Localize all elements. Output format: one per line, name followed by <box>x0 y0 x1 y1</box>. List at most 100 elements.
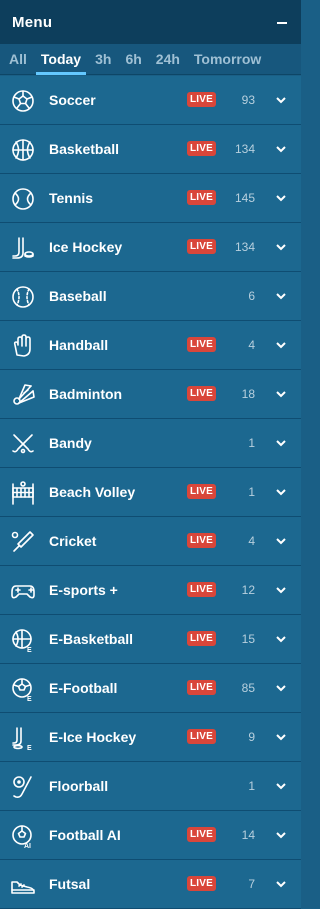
live-badge: LIVE <box>187 582 217 597</box>
futsal-shoe-icon <box>10 872 36 898</box>
event-count: 93 <box>241 93 255 107</box>
event-count: 1 <box>248 779 255 793</box>
sport-row-e-sports[interactable]: E-sports + LIVE 12 <box>0 566 301 615</box>
event-count: 1 <box>248 436 255 450</box>
sport-row-cricket[interactable]: Cricket LIVE 4 <box>0 517 301 566</box>
live-badge: LIVE <box>187 190 217 205</box>
sport-row-e-ice-hockey[interactable]: E E-Ice Hockey LIVE 9 <box>0 713 301 762</box>
sport-row-bandy[interactable]: Bandy 1 <box>0 419 301 468</box>
sport-name: E-sports + <box>49 582 118 598</box>
chevron-down-icon[interactable] <box>275 879 287 889</box>
bandy-sticks-icon <box>10 431 36 457</box>
svg-text:E: E <box>27 696 32 702</box>
sports-list: Soccer LIVE 93 Basketball LIVE 134 Tennis LIVE 1… <box>0 76 301 909</box>
chevron-down-icon[interactable] <box>275 781 287 791</box>
event-count: 1 <box>248 485 255 499</box>
chevron-down-icon[interactable] <box>275 193 287 203</box>
sport-name: Beach Volley <box>49 484 136 500</box>
chevron-down-icon[interactable] <box>275 291 287 301</box>
chevron-down-icon[interactable] <box>275 634 287 644</box>
sports-menu-panel: Menu All Today 3h 6h 24h Tomorrow Soccer LIVE 9… <box>0 0 301 909</box>
event-count: 85 <box>241 681 255 695</box>
tab-all[interactable]: All <box>2 51 34 74</box>
chevron-down-icon[interactable] <box>275 585 287 595</box>
live-badge: LIVE <box>187 729 217 744</box>
event-count: 6 <box>248 289 255 303</box>
sport-name: E-Basketball <box>49 631 134 647</box>
sport-name: E-Football <box>49 680 118 696</box>
sport-row-basketball[interactable]: Basketball LIVE 134 <box>0 125 301 174</box>
chevron-down-icon[interactable] <box>275 95 287 105</box>
gamepad-icon <box>10 578 36 604</box>
menu-header: Menu <box>0 0 301 44</box>
chevron-down-icon[interactable] <box>275 830 287 840</box>
sport-row-tennis[interactable]: Tennis LIVE 145 <box>0 174 301 223</box>
sport-row-handball[interactable]: Handball LIVE 4 <box>0 321 301 370</box>
svg-text:AI: AI <box>24 843 31 849</box>
event-count: 9 <box>248 730 255 744</box>
tab-6h[interactable]: 6h <box>118 51 148 74</box>
e-basketball-icon: E <box>10 627 36 653</box>
tab-today[interactable]: Today <box>34 51 88 75</box>
sport-name: Badminton <box>49 386 123 402</box>
sport-name: Ice Hockey <box>49 239 123 255</box>
live-badge: LIVE <box>187 876 217 891</box>
event-count: 145 <box>234 191 255 205</box>
handball-icon <box>10 333 36 359</box>
event-count: 134 <box>234 142 255 156</box>
sport-row-baseball[interactable]: Baseball 6 <box>0 272 301 321</box>
sport-row-ice-hockey[interactable]: Ice Hockey LIVE 134 <box>0 223 301 272</box>
tab-3h[interactable]: 3h <box>88 51 118 74</box>
sport-row-e-football[interactable]: E E-Football LIVE 85 <box>0 664 301 713</box>
chevron-down-icon[interactable] <box>275 683 287 693</box>
sport-name: E-Ice Hockey <box>49 729 137 745</box>
volleyball-net-icon <box>10 480 36 506</box>
sport-name: Basketball <box>49 141 120 157</box>
chevron-down-icon[interactable] <box>275 536 287 546</box>
sport-row-e-basketball[interactable]: E E-Basketball LIVE 15 <box>0 615 301 664</box>
tennis-ball-icon <box>10 186 36 212</box>
tab-24h[interactable]: 24h <box>149 51 187 74</box>
live-badge: LIVE <box>187 386 217 401</box>
sport-row-floorball[interactable]: Floorball 1 <box>0 762 301 811</box>
sport-name: Soccer <box>49 92 96 108</box>
chevron-down-icon[interactable] <box>275 144 287 154</box>
collapse-icon[interactable] <box>275 15 289 29</box>
sport-name: Handball <box>49 337 109 353</box>
event-count: 134 <box>234 240 255 254</box>
live-badge: LIVE <box>187 533 217 548</box>
sport-row-badminton[interactable]: Badminton LIVE 18 <box>0 370 301 419</box>
sport-row-football-ai[interactable]: AI Football AI LIVE 14 <box>0 811 301 860</box>
e-football-icon: E <box>10 676 36 702</box>
sport-row-beach-volley[interactable]: Beach Volley LIVE 1 <box>0 468 301 517</box>
sport-name: Tennis <box>49 190 94 206</box>
svg-text:E: E <box>27 647 32 653</box>
chevron-down-icon[interactable] <box>275 340 287 350</box>
baseball-icon <box>10 284 36 310</box>
tab-tomorrow[interactable]: Tomorrow <box>187 51 268 74</box>
chevron-down-icon[interactable] <box>275 438 287 448</box>
chevron-down-icon[interactable] <box>275 389 287 399</box>
event-count: 14 <box>241 828 255 842</box>
event-count: 15 <box>241 632 255 646</box>
sport-row-futsal[interactable]: Futsal LIVE 7 <box>0 860 301 909</box>
cricket-bat-icon <box>10 529 36 555</box>
live-badge: LIVE <box>187 484 217 499</box>
e-ice-hockey-icon: E <box>10 725 36 751</box>
soccer-ball-icon <box>10 88 36 114</box>
chevron-down-icon[interactable] <box>275 487 287 497</box>
chevron-down-icon[interactable] <box>275 732 287 742</box>
event-count: 7 <box>248 877 255 891</box>
sport-name: Baseball <box>49 288 107 304</box>
sport-name: Futsal <box>49 876 91 892</box>
chevron-down-icon[interactable] <box>275 242 287 252</box>
event-count: 12 <box>241 583 255 597</box>
sport-name: Bandy <box>49 435 92 451</box>
live-badge: LIVE <box>187 141 217 156</box>
live-badge: LIVE <box>187 92 217 107</box>
floorball-icon <box>10 774 36 800</box>
event-count: 4 <box>248 338 255 352</box>
sport-row-soccer[interactable]: Soccer LIVE 93 <box>0 76 301 125</box>
shuttlecock-icon <box>10 382 36 408</box>
live-badge: LIVE <box>187 239 217 254</box>
